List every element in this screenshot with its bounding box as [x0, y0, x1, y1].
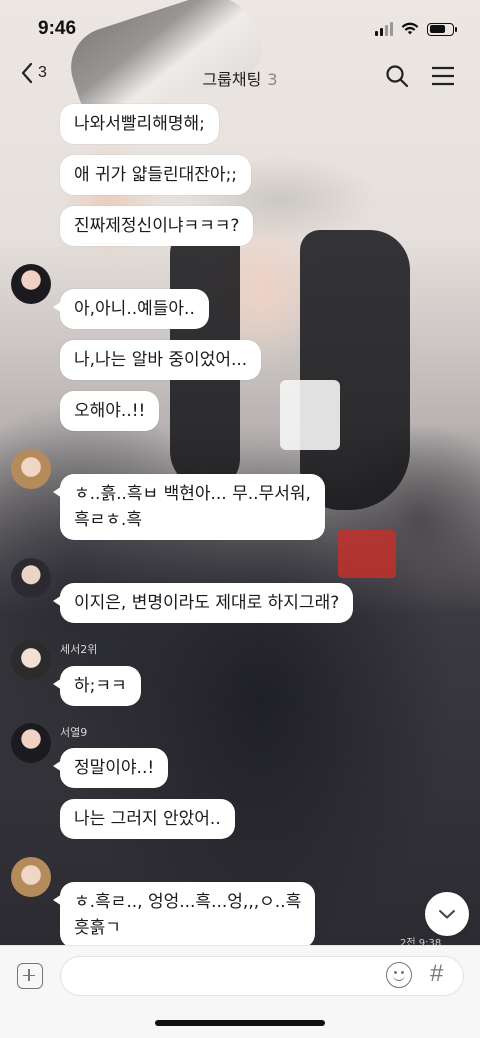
- chat-header: 3 그룹채팅 3: [0, 58, 480, 96]
- message-text: 나,나는 알바 중이었어...: [74, 350, 248, 370]
- message-bubble[interactable]: ㅎ.흑ㄹ.., 엉엉...흑...엉,,,ㅇ..흑 흣흙ㄱ: [52, 882, 316, 948]
- wifi-icon: [401, 22, 419, 35]
- message-text: 오해야..!!: [74, 401, 146, 421]
- sender-name: 세서2위: [60, 643, 98, 656]
- avatar[interactable]: [11, 264, 51, 304]
- battery-icon: [427, 22, 457, 36]
- message-text-line: 흣흙ㄱ: [74, 918, 121, 938]
- message-bubble[interactable]: 나는 그러지 안았어..: [60, 799, 235, 839]
- clock: 9:46: [38, 18, 77, 39]
- message-bubble[interactable]: 정말이야..!: [52, 748, 169, 788]
- message-text: 진짜제정신이냐ㅋㅋㅋ?: [74, 216, 240, 236]
- member-count: 3: [267, 70, 278, 89]
- message-bubble[interactable]: 아,아니..예들아..: [53, 289, 209, 329]
- message-text-line: ㅎ..흙..흑ㅂ 백현아... 무..무서워,: [74, 484, 311, 504]
- message-bubble[interactable]: 오해야..!!: [60, 391, 160, 431]
- avatar[interactable]: [11, 723, 51, 763]
- plus-icon[interactable]: [17, 963, 43, 989]
- scroll-to-bottom-button[interactable]: [425, 892, 469, 936]
- status-bar: 9:46: [0, 0, 480, 58]
- message-text-line: 흑ㄹㅎ.흑: [74, 510, 142, 530]
- message-text-line: ㅎ.흑ㄹ.., 엉엉...흑...엉,,,ㅇ..흑: [74, 892, 302, 912]
- background-figure-collar: [280, 380, 340, 450]
- avatar[interactable]: [11, 558, 51, 598]
- message-bubble[interactable]: 애 귀가 얇들린대잔아;;: [60, 155, 252, 195]
- background-figure-patch: [338, 530, 396, 578]
- hashtag-button[interactable]: #: [430, 960, 443, 988]
- emoji-icon[interactable]: [386, 962, 412, 988]
- message-text: 나와서빨리해명해;: [74, 114, 205, 134]
- message-text: 애 귀가 얇들린대잔아;;: [74, 165, 238, 185]
- message-text: 아,아니..예들아..: [74, 299, 195, 319]
- home-indicator: [155, 1020, 325, 1026]
- menu-icon[interactable]: [430, 64, 456, 88]
- message-text: 나는 그러지 안았어..: [74, 809, 221, 829]
- avatar[interactable]: [11, 640, 51, 680]
- sender-name: 서열9: [60, 726, 88, 739]
- message-bubble[interactable]: 이지은, 변명이라도 제대로 하지그래?: [52, 583, 354, 623]
- message-bubble[interactable]: 나와서빨리해명해;: [60, 104, 219, 144]
- background-figure-hair-right: [300, 230, 410, 510]
- cellular-signal-icon: [375, 22, 393, 36]
- message-bubble[interactable]: 하;ㅋㅋ: [53, 666, 141, 706]
- avatar[interactable]: [11, 449, 51, 489]
- message-text: 이지은, 변명이라도 제대로 하지그래?: [74, 593, 340, 613]
- sender-name: 서열999위 이지은: [60, 266, 146, 279]
- message-bubble[interactable]: 나,나는 알바 중이었어...: [60, 340, 262, 380]
- message-bubble[interactable]: ㅎ..흙..흑ㅂ 백현아... 무..무서워, 흑ㄹㅎ.흑: [53, 474, 325, 540]
- status-icons: [375, 22, 457, 36]
- chevron-down-icon: [439, 910, 455, 919]
- message-text: 정말이야..!: [74, 758, 155, 778]
- search-icon[interactable]: [384, 63, 410, 89]
- avatar[interactable]: [11, 857, 51, 897]
- message-text: 하;ㅋㅋ: [74, 676, 127, 696]
- chat-title-text: 그룹채팅: [202, 70, 262, 89]
- message-bubble[interactable]: 진짜제정신이냐ㅋㅋㅋ?: [60, 206, 254, 246]
